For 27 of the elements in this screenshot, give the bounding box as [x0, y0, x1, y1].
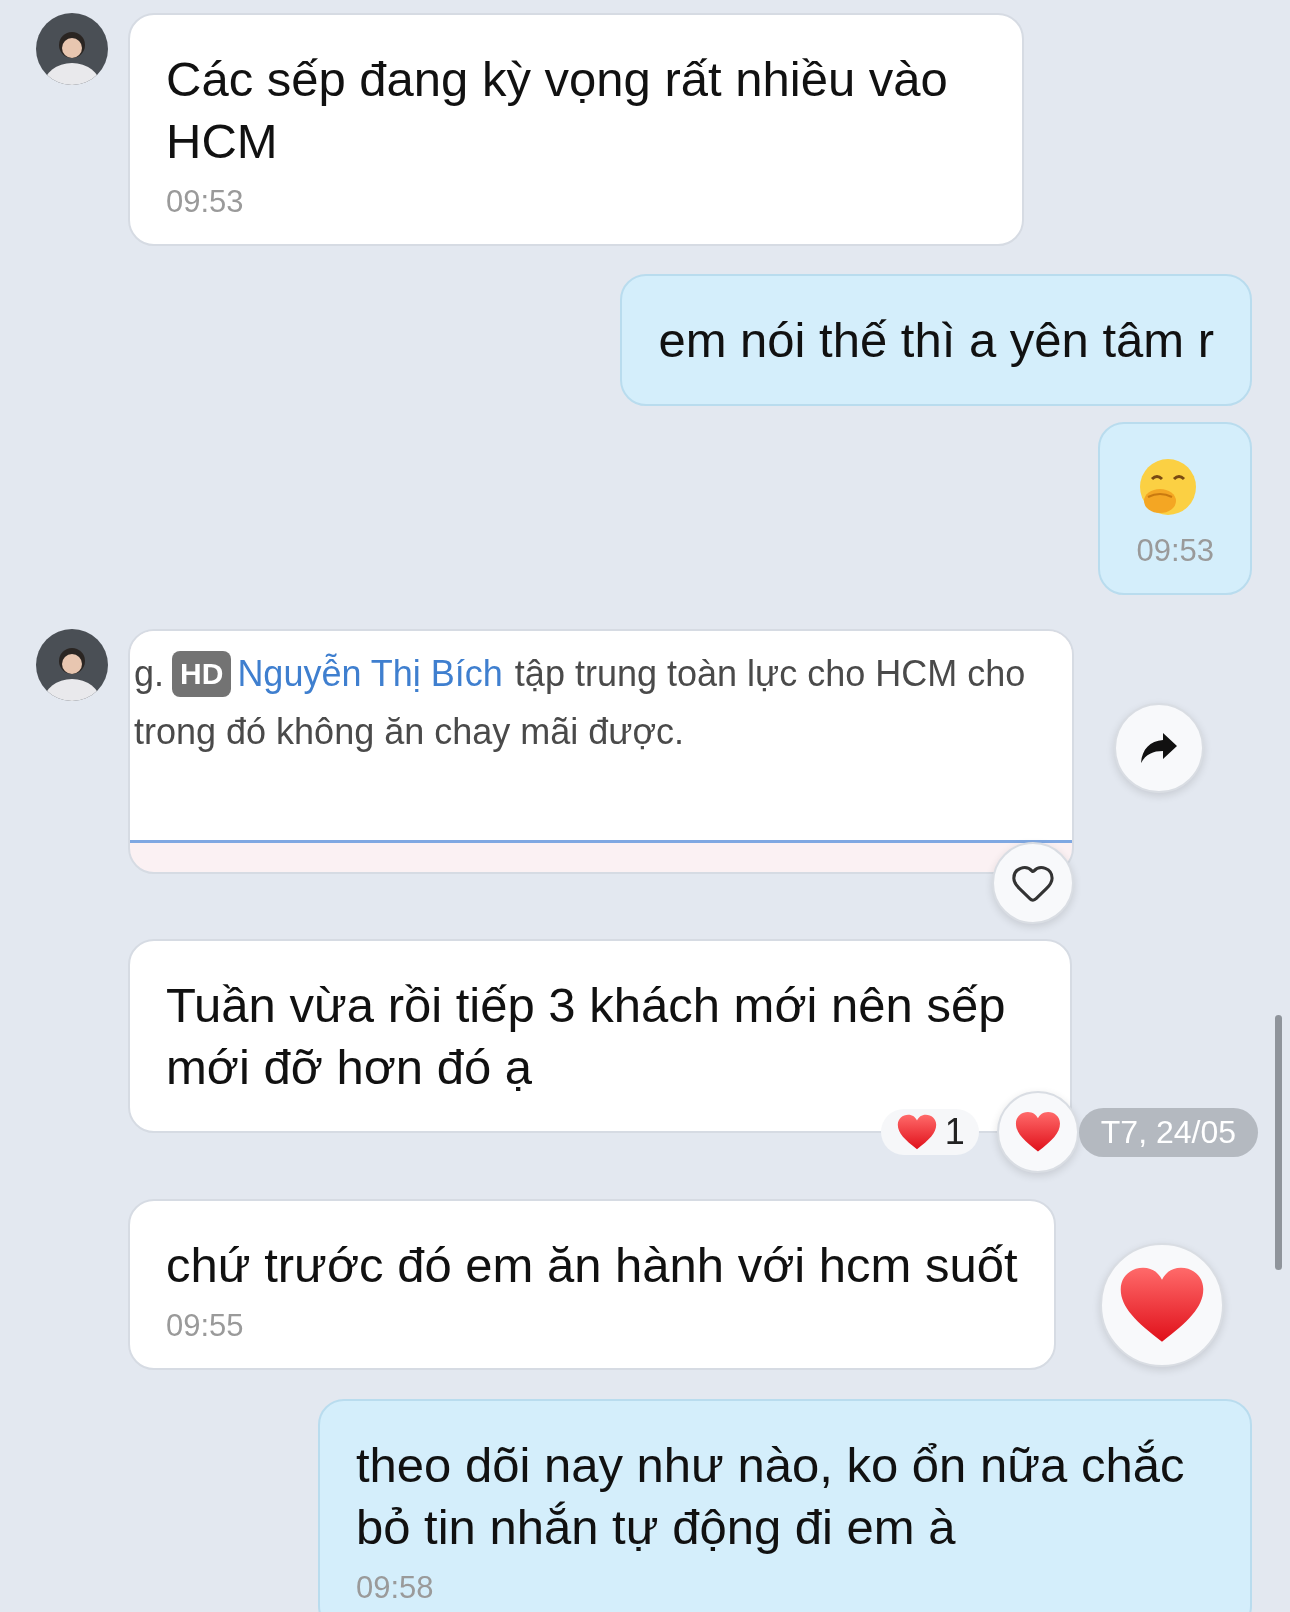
image-text: trong đó không ăn chay mãi được.: [134, 711, 685, 753]
image-message[interactable]: g. HD Nguyễn Thị Bích tập trung toàn lực cho HCM cho trong đó không ăn chay mãi được.: [128, 629, 1074, 874]
message-bubble[interactable]: theo dõi nay như nào, ko ổn nữa chắc bỏ tin nhắn tự động đi em à 09:58: [318, 1399, 1252, 1612]
forward-icon: [1139, 731, 1179, 765]
heart-icon: [896, 1114, 937, 1150]
message-bubble[interactable]: chứ trước đó em ăn hành với hcm suốt 09:55: [128, 1199, 1056, 1370]
message-text: theo dõi nay như nào, ko ổn nữa chắc bỏ tin nhắn tự động đi em à: [356, 1437, 1186, 1556]
image-text: tập trung toàn lực cho HCM cho: [514, 653, 1026, 695]
message-text: Các sếp đang kỳ vọng rất nhiều vào HCM: [166, 51, 949, 170]
mention-link: Nguyễn Thị Bích: [237, 653, 503, 695]
message-time: 09:55: [166, 1307, 245, 1345]
message-bubble[interactable]: em nói thế thì a yên tâm r: [620, 274, 1252, 406]
message-text: em nói thế thì a yên tâm r: [658, 312, 1214, 369]
like-button[interactable]: [992, 842, 1074, 924]
message-time: 09:53: [166, 183, 245, 221]
image-text: g.: [134, 653, 165, 695]
reaction-summary[interactable]: 1: [880, 1109, 979, 1155]
message-text: Tuần vừa rồi tiếp 3 khách mới nên sếp mới đỡ hơn đó ạ: [166, 977, 1007, 1096]
message-text: chứ trước đó em ăn hành với hcm suốt: [166, 1237, 1018, 1294]
heart-icon: [1118, 1266, 1205, 1344]
heart-icon: [1014, 1111, 1061, 1153]
date-label: T7, 24/05: [1078, 1107, 1258, 1157]
message-time: 09:58: [356, 1569, 435, 1607]
scrollbar[interactable]: [1275, 1015, 1282, 1270]
hd-badge: HD: [172, 651, 232, 697]
message-time: 09:53: [1136, 532, 1214, 570]
message-bubble[interactable]: Các sếp đang kỳ vọng rất nhiều vào HCM 09:53: [128, 13, 1024, 246]
